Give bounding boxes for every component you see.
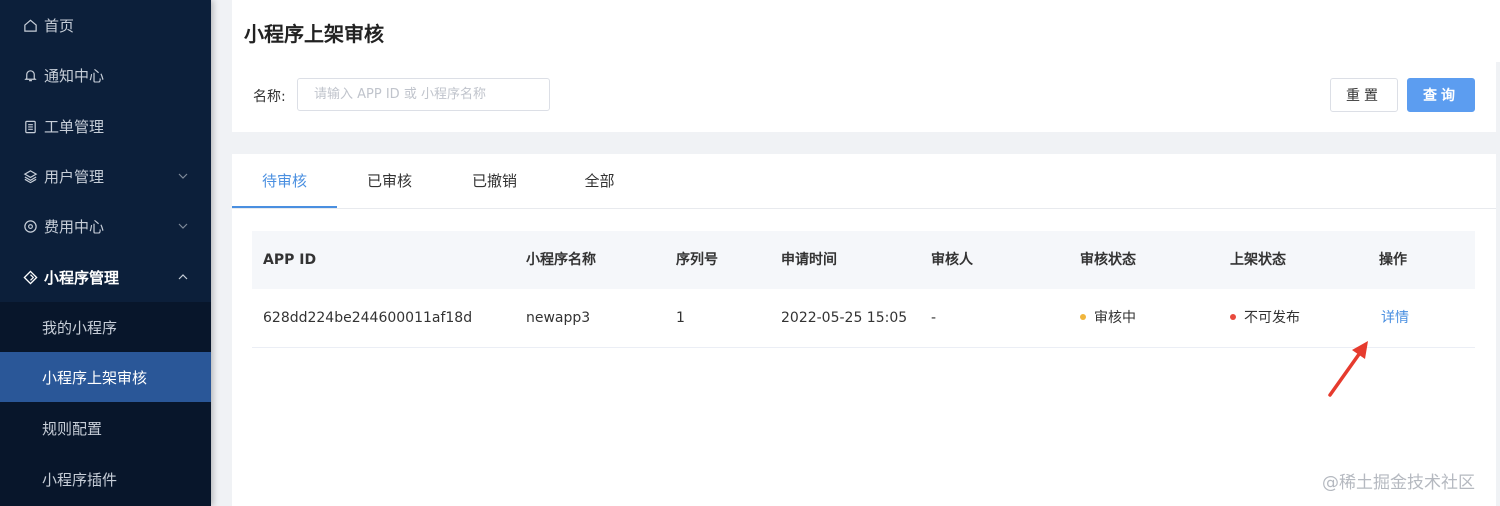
chevron-down-icon [178, 173, 188, 179]
column-header-serial: 序列号 [676, 252, 718, 268]
filter-bar: 名称: 重置 查询 [232, 62, 1496, 132]
annotation-arrow-icon [1328, 341, 1368, 397]
page-header: 小程序上架审核 [232, 0, 1500, 62]
tab-revoked[interactable]: 已撤销 [442, 154, 547, 209]
sidebar-item-tickets[interactable]: 工单管理 [0, 101, 211, 151]
column-header-app-id: APP ID [263, 252, 317, 268]
coin-icon [22, 218, 38, 234]
tab-all[interactable]: 全部 [547, 154, 652, 209]
table-row: 628dd224be244600011af18d newapp3 1 2022-… [252, 289, 1475, 348]
sidebar-item-billing[interactable]: 费用中心 [0, 201, 211, 251]
sidebar-item-notifications[interactable]: 通知中心 [0, 50, 211, 100]
sidebar-item-users[interactable]: 用户管理 [0, 151, 211, 201]
cell-app-id: 628dd224be244600011af18d [263, 310, 473, 326]
cell-listing-status: 不可发布 [1230, 289, 1300, 347]
sidebar-item-miniprogram-management[interactable]: 小程序管理 [0, 252, 211, 302]
status-tabs: 待审核 已审核 已撤销 全部 [232, 154, 1496, 209]
column-header-name: 小程序名称 [526, 252, 596, 268]
table-header: APP ID 小程序名称 序列号 申请时间 审核人 审核状态 上架状态 操作 [252, 231, 1475, 289]
list-card: 待审核 已审核 已撤销 全部 APP ID 小程序名称 序列号 申请时间 审核人… [232, 154, 1496, 506]
cell-reviewer: - [931, 310, 937, 326]
review-status-text: 审核中 [1094, 310, 1136, 326]
sidebar-item-label: 用户管理 [44, 167, 105, 186]
search-input[interactable] [297, 78, 550, 111]
column-header-listing-status: 上架状态 [1230, 252, 1286, 268]
sidebar-subitem-label: 规则配置 [42, 419, 103, 438]
column-header-review-status: 审核状态 [1080, 252, 1136, 268]
column-header-actions: 操作 [1379, 252, 1407, 268]
sidebar-subitem-label: 我的小程序 [42, 318, 118, 337]
sidebar-item-home[interactable]: 首页 [0, 0, 211, 50]
layers-icon [22, 168, 38, 184]
sidebar-subitem-rules[interactable]: 规则配置 [0, 403, 211, 453]
sidebar-item-label: 通知中心 [44, 66, 105, 85]
watermark: @稀土掘金技术社区 [1322, 473, 1475, 493]
sidebar-subitem-label: 小程序插件 [42, 470, 118, 489]
cell-actions: 详情 [1381, 289, 1409, 347]
diamond-icon [22, 269, 38, 285]
query-button[interactable]: 查询 [1407, 78, 1475, 112]
name-filter-label: 名称: [253, 89, 286, 105]
home-icon [22, 17, 38, 33]
details-link[interactable]: 详情 [1381, 310, 1409, 326]
column-header-apply-time: 申请时间 [781, 252, 837, 268]
sidebar: 首页 通知中心 工单管理 用户管理 费用中心 小程序管理 我的小程序 小程序上架… [0, 0, 211, 506]
bell-icon [22, 67, 38, 83]
clipboard-icon [22, 118, 38, 134]
cell-name: newapp3 [526, 310, 591, 326]
active-tab-indicator [232, 206, 337, 208]
page-title: 小程序上架审核 [244, 22, 384, 46]
status-dot-reviewing [1080, 314, 1086, 320]
tab-reviewed[interactable]: 已审核 [337, 154, 442, 209]
sidebar-subitem-listing-review[interactable]: 小程序上架审核 [0, 352, 211, 402]
column-header-reviewer: 审核人 [931, 252, 973, 268]
sidebar-subitem-label: 小程序上架审核 [42, 368, 148, 387]
cell-apply-time: 2022-05-25 15:05 [781, 310, 908, 326]
sidebar-item-label: 工单管理 [44, 117, 105, 136]
sidebar-subitem-plugins[interactable]: 小程序插件 [0, 454, 211, 504]
tab-pending[interactable]: 待审核 [232, 154, 337, 209]
listing-status-text: 不可发布 [1244, 310, 1300, 326]
sidebar-item-label: 小程序管理 [44, 268, 120, 287]
sidebar-item-label: 首页 [44, 16, 75, 35]
sidebar-item-label: 费用中心 [44, 217, 105, 236]
status-dot-unpublishable [1230, 314, 1236, 320]
chevron-up-icon [178, 274, 188, 280]
cell-review-status: 审核中 [1080, 289, 1136, 347]
sidebar-subitem-my-miniprograms[interactable]: 我的小程序 [0, 302, 211, 352]
cell-serial: 1 [676, 310, 685, 326]
reset-button[interactable]: 重置 [1330, 78, 1398, 112]
chevron-down-icon [178, 223, 188, 229]
